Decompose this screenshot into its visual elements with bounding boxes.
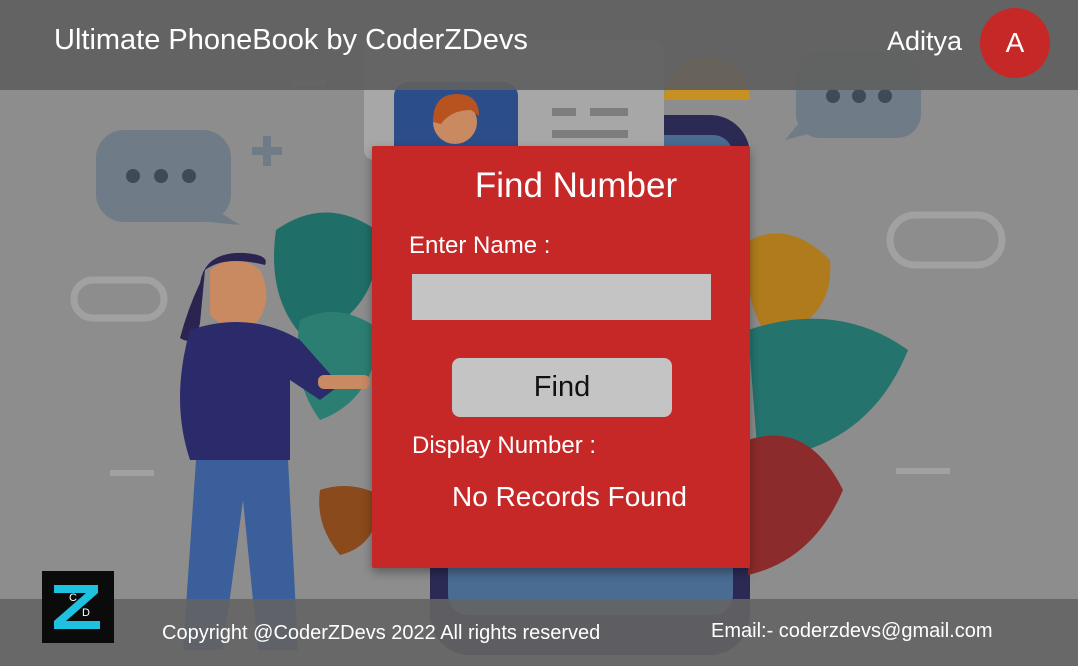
display-number-label: Display Number : [412, 432, 597, 459]
copyright-text: Copyright @CoderZDevs 2022 All rights re… [162, 622, 601, 644]
coderzdevs-logo: C D [42, 571, 114, 643]
user-name: Aditya [886, 26, 962, 56]
logo-letter-d: D [82, 607, 90, 619]
contact-email: Email:- coderzdevs@gmail.com [711, 620, 993, 642]
result-text: No Records Found [452, 481, 688, 512]
find-button[interactable]: Find [452, 358, 672, 417]
app-footer: Copyright @CoderZDevs 2022 All rights re… [0, 599, 1078, 666]
logo-letter-c: C [69, 592, 77, 604]
name-input[interactable] [412, 274, 711, 320]
find-number-card: Find Number Enter Name : Find Display Nu… [372, 146, 750, 568]
app-header: Ultimate PhoneBook by CoderZDevs Aditya … [0, 0, 1078, 90]
enter-name-label: Enter Name : [409, 232, 551, 259]
card-title: Find Number [474, 166, 678, 205]
user-avatar[interactable]: A [980, 8, 1050, 78]
app-title: Ultimate PhoneBook by CoderZDevs [54, 24, 528, 56]
logo-mark-icon: C D [54, 585, 100, 629]
